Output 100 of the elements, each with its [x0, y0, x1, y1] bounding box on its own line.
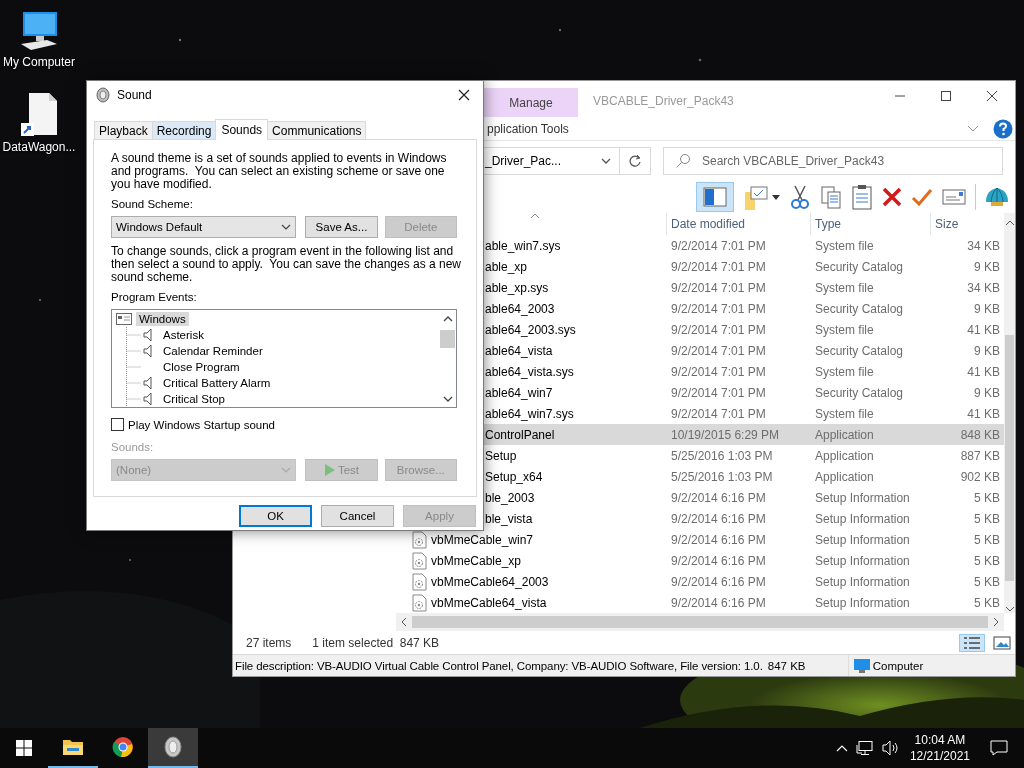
tree-line — [125, 391, 143, 407]
file-date: 10/19/2015 6:29 PM — [670, 427, 781, 442]
scroll-right-icon[interactable] — [992, 617, 1000, 627]
tab[interactable]: Recording — [151, 121, 217, 139]
ribbon-group-label[interactable]: pplication Tools — [487, 122, 569, 136]
maximize-icon[interactable] — [940, 90, 952, 102]
close-icon[interactable] — [986, 90, 998, 102]
file-row[interactable]: vbMmeCable64_vista 9/2/2014 6:16 PM Setup Information 5 KB — [396, 592, 1004, 613]
chevron-down-icon — [281, 224, 292, 230]
instruction-text: To change sounds, click a program event in the following list and then select a sound to apply. You can save the changes as a new sound scheme. — [111, 245, 463, 284]
button[interactable]: Cancel — [321, 505, 394, 527]
file-date: 9/2/2014 6:16 PM — [670, 574, 767, 589]
copy-icon[interactable] — [820, 185, 842, 209]
sort-caret-icon[interactable] — [530, 213, 540, 219]
tree-item[interactable]: Critical Battery Alarm — [163, 377, 271, 389]
delete-icon[interactable] — [882, 187, 902, 207]
events-list[interactable]: Windows Asterisk Calendar Reminder Close Program Critical Battery Alarm Critical Stop — [111, 309, 457, 408]
thumbnail-view-icon[interactable] — [993, 635, 1011, 650]
tab[interactable]: Playback — [94, 121, 153, 139]
file-date: 9/2/2014 6:16 PM — [670, 595, 767, 610]
file-size: 41 KB — [966, 322, 1001, 337]
vertical-scrollbar[interactable] — [1004, 213, 1015, 613]
close-icon — [458, 89, 470, 101]
search-field[interactable]: Search VBCABLE_Driver_Pack43 — [663, 147, 1003, 175]
details-view-button[interactable] — [959, 633, 985, 652]
expand-ribbon-icon[interactable] — [967, 125, 979, 133]
file-row[interactable]: vbMmeCable_xp 9/2/2014 6:16 PM Setup Information 5 KB — [396, 550, 1004, 571]
scheme-select[interactable]: Windows Default — [111, 216, 297, 238]
notification-icon[interactable] — [990, 740, 1008, 756]
file-name: vbMmeCable64_vista — [431, 595, 547, 610]
file-type: System file — [814, 238, 875, 253]
file-type: Setup Information — [814, 490, 911, 505]
tree-line — [125, 375, 143, 391]
tree-item[interactable]: Critical Stop — [163, 393, 225, 405]
column-header[interactable]: Size — [931, 213, 1004, 235]
refresh-button[interactable] — [620, 147, 651, 175]
clipboard-icon[interactable] — [851, 184, 873, 210]
field-label: Sound Scheme: — [111, 198, 194, 211]
scissors-icon[interactable] — [789, 184, 811, 210]
checkbox[interactable] — [111, 418, 124, 431]
scroll-thumb[interactable] — [412, 616, 988, 628]
desktop-icon-label[interactable]: DataWagon... — [2, 140, 76, 154]
file-type: System file — [814, 322, 875, 337]
tree-item[interactable]: Asterisk — [163, 329, 204, 341]
desktop-icon-label[interactable]: My Computer — [3, 55, 75, 69]
chevron-up-icon[interactable] — [835, 744, 848, 752]
tree-item[interactable]: Close Program — [163, 361, 240, 373]
volume-icon[interactable] — [881, 740, 900, 756]
taskbar-button[interactable] — [148, 728, 198, 768]
tree-item[interactable]: Calendar Reminder — [163, 345, 263, 357]
file-size: 5 KB — [973, 553, 1001, 568]
clock[interactable]: 10:04 AM 12/21/2021 — [909, 732, 970, 764]
file-name: able64_2003 — [485, 301, 555, 316]
network-icon[interactable] — [855, 740, 874, 756]
horizontal-scrollbar[interactable] — [396, 613, 1004, 631]
settings-file-icon — [411, 551, 427, 570]
file-name: Setup_x64 — [485, 469, 543, 484]
tab[interactable]: Communications — [267, 121, 367, 139]
checkmark-icon[interactable] — [911, 188, 933, 206]
column-header[interactable]: Type — [811, 213, 931, 235]
envelope-icon[interactable] — [942, 188, 966, 206]
button[interactable]: OK — [239, 505, 312, 527]
scroll-thumb[interactable] — [440, 330, 455, 348]
preview-pane-button[interactable] — [696, 182, 734, 212]
file-size: 41 KB — [966, 364, 1001, 379]
scroll-down-icon[interactable] — [1004, 605, 1015, 613]
file-size: 9 KB — [973, 343, 1001, 358]
file-name: able_xp.sys — [485, 280, 549, 295]
scroll-thumb[interactable] — [1005, 335, 1014, 581]
button[interactable]: Save As... — [305, 216, 378, 238]
file-date: 9/2/2014 7:01 PM — [670, 280, 767, 295]
file-type: Security Catalog — [814, 385, 905, 400]
file-size: 887 KB — [959, 448, 1001, 463]
file-name: able64_win7.sys — [485, 406, 574, 421]
file-name: vbMmeCable_win7 — [431, 532, 534, 547]
start-icon — [16, 740, 32, 756]
file-row[interactable]: vbMmeCable64_2003 9/2/2014 6:16 PM Setup Information 5 KB — [396, 571, 1004, 592]
ribbon-tab[interactable]: Manage — [484, 88, 578, 117]
shell-icon[interactable] — [985, 186, 1009, 208]
column-header[interactable]: Date modified — [667, 213, 811, 235]
file-description: File description: VB-AUDIO Virtual Cable Control Panel, Company: VB-AUDIO Software, File version: 1.0. — [235, 659, 763, 672]
field-label: Sounds: — [111, 441, 155, 454]
speaker-icon — [143, 392, 153, 406]
description-text: A sound theme is a set of sounds applied to events in Windows and programs. You can select an existing scheme or save one you have modified. — [111, 152, 448, 191]
help-icon[interactable] — [993, 119, 1013, 139]
zone-label: Computer — [872, 659, 924, 672]
address-bar[interactable]: _Driver_Pac... — [484, 147, 620, 175]
file-type: Security Catalog — [814, 343, 905, 358]
folder-icon — [62, 738, 84, 756]
file-row[interactable]: vbMmeCable_win7 9/2/2014 6:16 PM Setup Information 5 KB — [396, 529, 1004, 550]
scroll-up-icon[interactable] — [1004, 219, 1015, 227]
caret-icon[interactable] — [772, 194, 780, 200]
checkbox-label[interactable]: Play Windows Startup sound — [128, 418, 276, 431]
file-type: System file — [814, 364, 875, 379]
file-date: 9/2/2014 7:01 PM — [670, 364, 767, 379]
chevron-down-icon[interactable] — [601, 158, 611, 164]
file-date: 9/2/2014 7:01 PM — [670, 343, 767, 358]
tree-item[interactable]: Windows — [136, 312, 189, 326]
tab[interactable]: Sounds — [215, 119, 269, 140]
scroll-left-icon[interactable] — [400, 617, 408, 627]
